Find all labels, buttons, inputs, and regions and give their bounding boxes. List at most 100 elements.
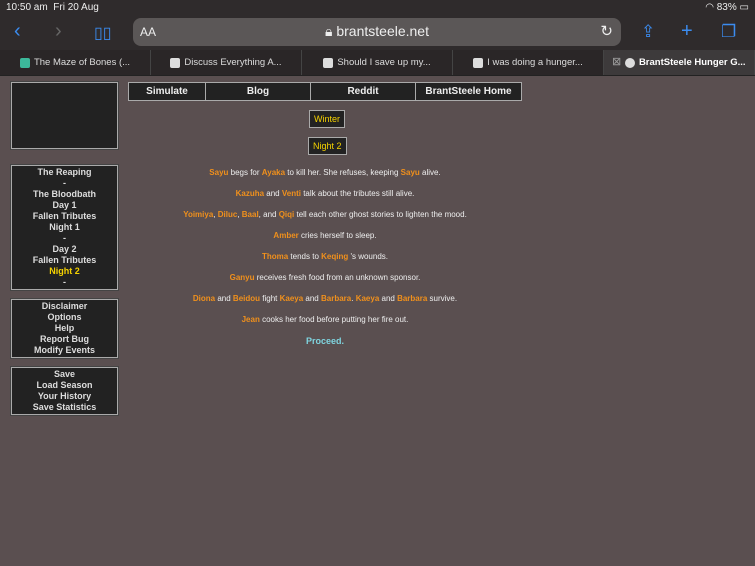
tribute-name: Diluc [217,210,238,219]
tribute-name: Diona [192,294,216,303]
forward-icon[interactable]: › [55,20,62,43]
tribute-name: Sayu [400,168,420,177]
menu-item[interactable]: Fallen Tributes [12,211,117,222]
menu-item[interactable]: - [12,277,117,288]
event-text: begs for [228,168,262,177]
event-text: and [264,189,282,198]
menu-item[interactable]: Help [12,323,117,334]
menu-item[interactable]: Modify Events [12,345,117,356]
tab[interactable]: Should I save up my... [302,50,453,75]
menu-item[interactable]: Report Bug [12,334,117,345]
logo-box [10,81,119,150]
event-text: 's wounds. [348,252,389,261]
tribute-name: Kazuha [235,189,265,198]
tribute-name: Baal [241,210,259,219]
menu-item[interactable]: Day 2 [12,244,117,255]
tribute-name: Venti [281,189,301,198]
menu-item[interactable]: Night 2 [12,266,117,277]
menu-item[interactable]: Fallen Tributes [12,255,117,266]
reload-icon[interactable]: ↻ [600,22,613,40]
event-text: and [379,294,398,303]
tribute-name: Jean [241,315,260,324]
url-host: brantsteele.net [336,23,429,39]
event-text: , and [258,210,279,219]
event-line: Sayu begs for Ayaka to kill her. She ref… [128,168,522,189]
event-line: Yoimiya, Diluc, Baal, and Qiqi tell each… [128,210,522,231]
tribute-name: Ganyu [229,273,255,282]
event-line: Ganyu receives fresh food from an unknow… [128,273,522,294]
arena-label: Winter [309,110,346,128]
save-menu: Save Load Season Your History Save Statisti… [10,366,119,416]
menu-item[interactable]: Disclaimer [12,301,117,312]
tribute-name: Kaeya [279,294,304,303]
nav-blog[interactable]: Blog [206,83,311,100]
tribute-name: Amber [273,231,299,240]
menu-item[interactable]: Night 1 [12,222,117,233]
tribute-name: Sayu [209,168,229,177]
lock-icon: 🔒︎ [325,23,333,39]
site-icon [473,57,484,68]
wifi-icon: ◠ [705,2,714,13]
bookmarks-icon[interactable]: ▯▯ [94,23,112,43]
tribute-name: Ayaka [261,168,286,177]
tab[interactable]: I was doing a hunger... [453,50,604,75]
share-icon[interactable]: ⇪ [641,22,655,42]
new-tab-icon[interactable]: + [681,20,693,43]
book-icon [19,57,30,68]
menu-item[interactable]: The Bloodbath [12,189,117,200]
tribute-name: Keqing [321,252,349,261]
site-icon [624,57,635,68]
battery-level: 83% [716,2,737,13]
tribute-name: Kaeya [355,294,380,303]
event-text: fight [260,294,280,303]
nav-reddit[interactable]: Reddit [311,83,416,100]
menu-item[interactable]: - [12,233,117,244]
tab-bar: The Maze of Bones (... Discuss Everythin… [0,50,755,76]
top-nav: Simulate Blog Reddit BrantSteele Home [128,82,522,101]
tribute-name: Qiqi [278,210,295,219]
event-text: to kill her. She refuses, keeping [285,168,401,177]
info-menu: Disclaimer Options Help Report Bug Modify Ev… [10,298,119,359]
event-line: Kazuha and Venti talk about the tributes… [128,189,522,210]
tabs-icon[interactable]: ❐ [721,22,736,42]
tab[interactable]: The Maze of Bones (... [0,50,151,75]
event-text: and [215,294,233,303]
event-list: Sayu begs for Ayaka to kill her. She ref… [128,168,522,346]
event-text: cooks her food before putting her fire o… [259,315,409,324]
tab-active[interactable]: ☒ BrantSteele Hunger G... [604,50,755,75]
phase-menu: The Reaping - The Bloodbath Day 1 Fallen Tri… [10,164,119,291]
site-icon [323,57,334,68]
battery-icon: ▭ [739,2,749,13]
address-bar[interactable]: AA 🔒︎ brantsteele.net ↻ [133,18,621,46]
menu-item[interactable]: The Reaping [12,167,117,178]
event-text: tends to [288,252,322,261]
proceed-link[interactable]: Proceed. [128,336,522,346]
back-icon[interactable]: ‹ [14,20,21,43]
site-icon [170,57,181,68]
menu-item[interactable]: Save [12,369,117,380]
event-line: Amber cries herself to sleep. [128,231,522,252]
close-tab-icon[interactable]: ☒ [612,57,621,68]
tribute-name: Barbara [320,294,352,303]
event-text: survive. [427,294,458,303]
tribute-name: Thoma [261,252,289,261]
menu-item[interactable]: Save Statistics [12,402,117,413]
tribute-name: Beidou [232,294,261,303]
browser-toolbar: ‹ › ▯▯ AA 🔒︎ brantsteele.net ↻ ⇪ + ❐ [0,14,755,50]
phase-title: Night 2 [308,137,347,155]
nav-simulate[interactable]: Simulate [129,83,206,100]
tab[interactable]: Discuss Everything A... [151,50,302,75]
event-text: receives fresh food from an unknown spon… [254,273,421,282]
menu-item[interactable]: - [12,178,117,189]
menu-item[interactable]: Day 1 [12,200,117,211]
event-line: Thoma tends to Keqing 's wounds. [128,252,522,273]
event-text: alive. [419,168,441,177]
nav-home[interactable]: BrantSteele Home [416,83,521,100]
menu-item[interactable]: Options [12,312,117,323]
event-line: Jean cooks her food before putting her f… [128,315,522,336]
menu-item[interactable]: Load Season [12,380,117,391]
event-text: cries herself to sleep. [298,231,377,240]
event-text: talk about the tributes still alive. [300,189,415,198]
menu-item[interactable]: Your History [12,391,117,402]
event-text: and [303,294,321,303]
